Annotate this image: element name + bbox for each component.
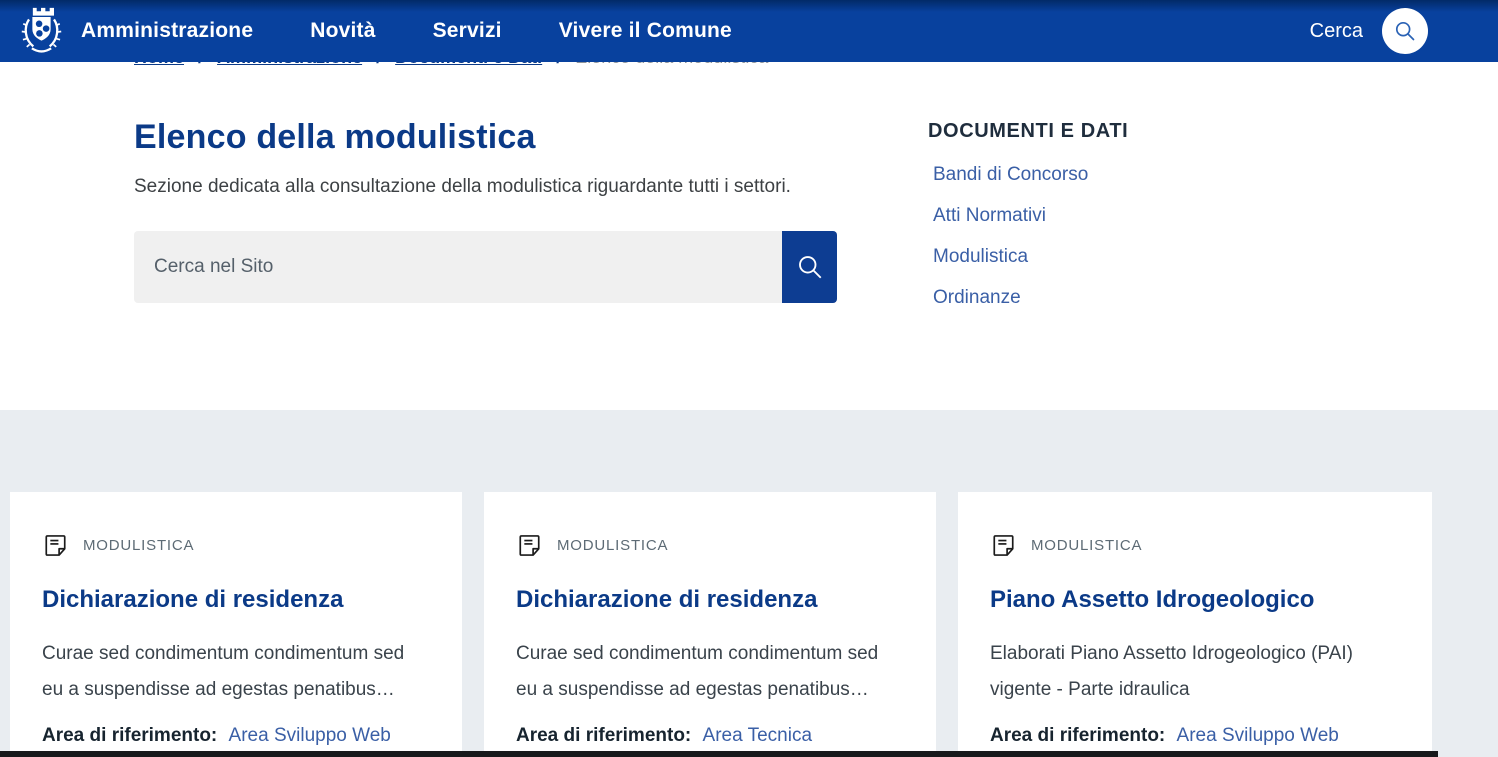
card-area-link[interactable]: Area Sviluppo Web: [229, 725, 391, 746]
search-submit-button[interactable]: [782, 231, 837, 303]
navbar-search-button[interactable]: [1382, 8, 1428, 54]
card-title-link[interactable]: Dichiarazione di residenza: [516, 586, 900, 614]
documents-sidebar: DOCUMENTI E DATI Bandi di Concorso Atti …: [928, 118, 1128, 410]
search-icon: [1393, 19, 1417, 43]
search-icon: [795, 252, 825, 282]
card-area-label: Area di riferimento:: [42, 725, 217, 746]
nav-item-novita[interactable]: Novità: [310, 19, 375, 43]
card-category-label: MODULISTICA: [557, 537, 668, 554]
card-area-link[interactable]: Area Sviluppo Web: [1177, 725, 1339, 746]
window-bottom-edge: [0, 751, 1438, 757]
search-input[interactable]: [134, 231, 782, 303]
card-description: Curae sed condimentum condimentum sed eu…: [516, 636, 900, 708]
page-title: Elenco della modulistica: [134, 118, 837, 157]
card-category-label: MODULISTICA: [83, 537, 194, 554]
modulistica-card: MODULISTICA Piano Assetto Idrogeologico …: [958, 492, 1432, 757]
main-navigation: Amministrazione Novità Servizi Vivere il…: [81, 19, 732, 43]
modulistica-card: MODULISTICA Dichiarazione di residenza C…: [10, 492, 462, 757]
top-navbar: Amministrazione Novità Servizi Vivere il…: [0, 0, 1498, 62]
navbar-search-label: Cerca: [1310, 20, 1363, 43]
card-area-label: Area di riferimento:: [516, 725, 691, 746]
sidebar-link-ordinanze[interactable]: Ordinanze: [933, 287, 1128, 309]
card-title-link[interactable]: Dichiarazione di residenza: [42, 586, 426, 614]
note-document-icon: [42, 532, 69, 559]
page-subtitle: Sezione dedicata alla consultazione dell…: [134, 176, 837, 198]
nav-item-vivere-il-comune[interactable]: Vivere il Comune: [559, 19, 732, 43]
note-document-icon: [990, 532, 1017, 559]
card-category-label: MODULISTICA: [1031, 537, 1142, 554]
site-search-bar: [134, 231, 837, 303]
results-section: MODULISTICA Dichiarazione di residenza C…: [0, 410, 1498, 757]
navbar-search-area: Cerca: [1310, 8, 1428, 54]
municipality-crest-logo[interactable]: [18, 6, 65, 56]
sidebar-title: DOCUMENTI E DATI: [928, 120, 1128, 143]
nav-item-servizi[interactable]: Servizi: [433, 19, 502, 43]
card-description: Elaborati Piano Assetto Idrogeologico (P…: [990, 636, 1396, 708]
sidebar-link-bandi-di-concorso[interactable]: Bandi di Concorso: [933, 164, 1128, 186]
sidebar-link-modulistica[interactable]: Modulistica: [933, 246, 1128, 268]
card-area-label: Area di riferimento:: [990, 725, 1165, 746]
nav-item-amministrazione[interactable]: Amministrazione: [81, 19, 253, 43]
card-title-link[interactable]: Piano Assetto Idrogeologico: [990, 586, 1396, 614]
card-area-link[interactable]: Area Tecnica: [703, 725, 813, 746]
sidebar-link-atti-normativi[interactable]: Atti Normativi: [933, 205, 1128, 227]
page-main: Elenco della modulistica Sezione dedicat…: [0, 62, 1498, 410]
card-description: Curae sed condimentum condimentum sed eu…: [42, 636, 426, 708]
note-document-icon: [516, 532, 543, 559]
page-intro-column: Elenco della modulistica Sezione dedicat…: [134, 118, 837, 410]
modulistica-card: MODULISTICA Dichiarazione di residenza C…: [484, 492, 936, 757]
